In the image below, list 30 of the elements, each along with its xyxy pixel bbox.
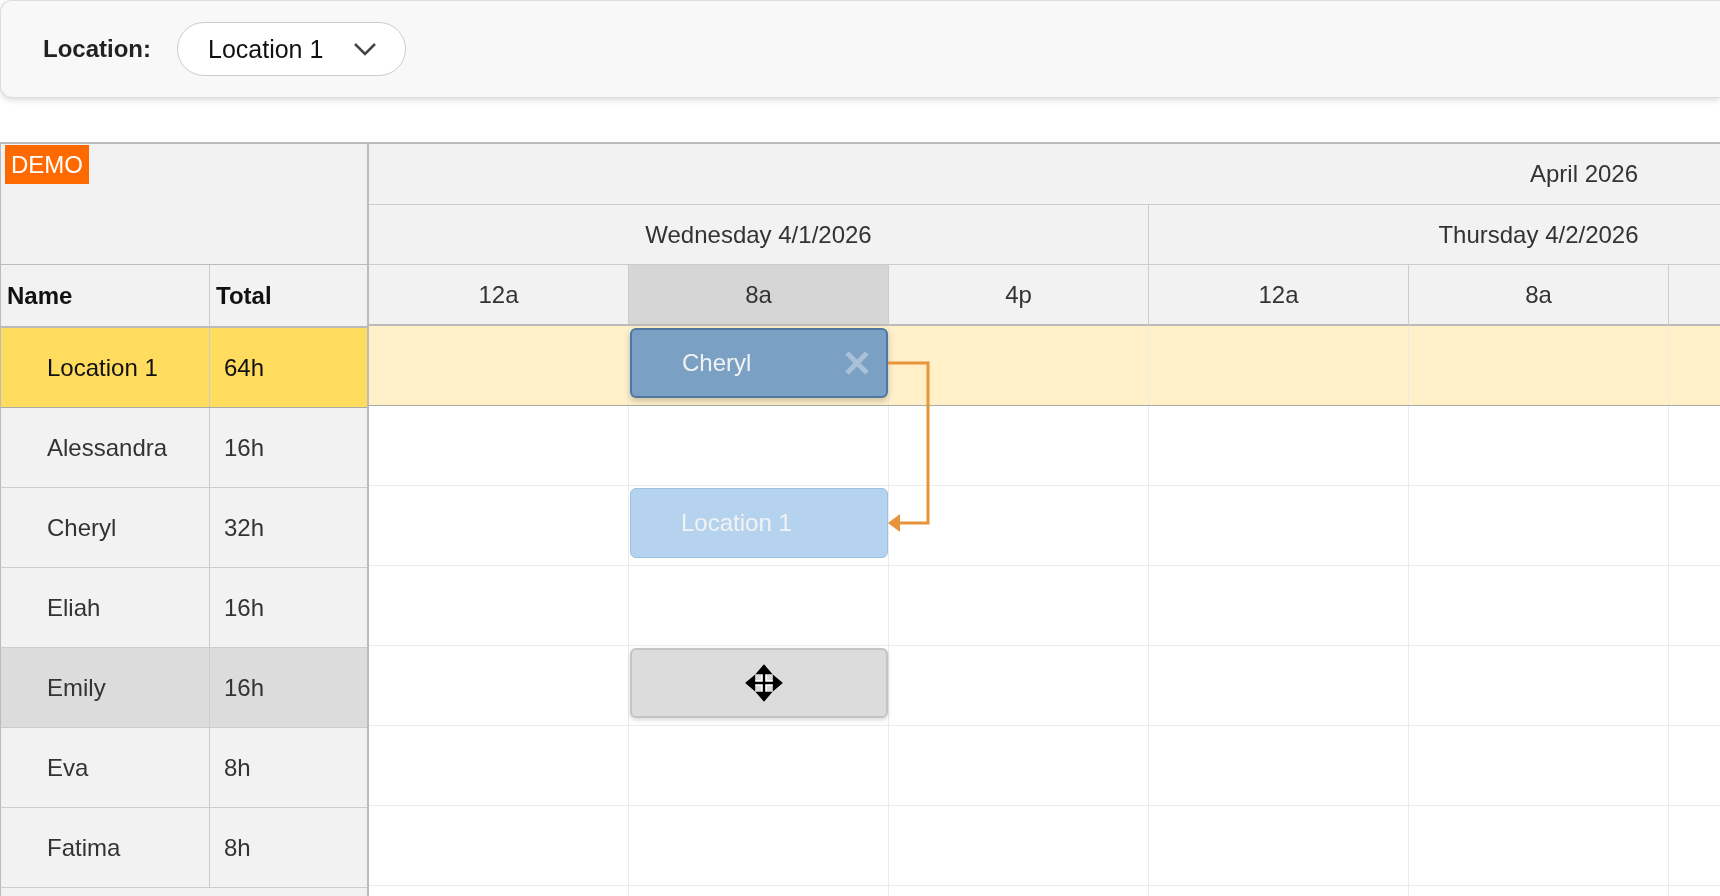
total-hours: 32h bbox=[223, 512, 266, 543]
resource-name: Alessandra bbox=[1, 408, 210, 487]
resource-row[interactable]: Eva 8h bbox=[0, 728, 367, 808]
drop-preview[interactable] bbox=[630, 648, 888, 718]
location-dropdown[interactable]: Location 1 bbox=[177, 22, 407, 76]
resource-name: Emily bbox=[1, 648, 210, 727]
resource-name: Fatima bbox=[1, 808, 210, 887]
resource-name: Eliah bbox=[1, 568, 210, 647]
group-row[interactable]: Location 1 64h bbox=[0, 328, 367, 408]
move-cursor-icon bbox=[744, 663, 784, 703]
total-hours: 16h bbox=[223, 672, 266, 703]
total-hours: 64h bbox=[223, 352, 266, 383]
total-hours: 16h bbox=[223, 432, 266, 463]
hour-header: 8a bbox=[629, 265, 889, 326]
column-header: Name bbox=[1, 265, 210, 326]
total-hours: 16h bbox=[223, 592, 266, 623]
location-label: Location: bbox=[43, 35, 151, 63]
resource-row[interactable]: Fatima 8h bbox=[0, 808, 367, 888]
demo-badge: DEMO bbox=[5, 145, 89, 184]
resource-name: Eva bbox=[1, 728, 210, 807]
resource-row[interactable]: Emily 16h bbox=[0, 648, 367, 728]
total-hours: 8h bbox=[223, 832, 252, 863]
resource-row[interactable]: Cheryl 32h bbox=[0, 488, 367, 568]
resource-name: Cheryl bbox=[1, 488, 210, 567]
column-header: Total bbox=[215, 280, 273, 311]
resource-row[interactable]: Alessandra 16h bbox=[0, 408, 367, 488]
resource-name: Location 1 bbox=[1, 328, 210, 407]
caret-icon bbox=[353, 42, 378, 56]
total-hours: 8h bbox=[223, 752, 252, 783]
month-header: April 2026 bbox=[369, 144, 1720, 205]
